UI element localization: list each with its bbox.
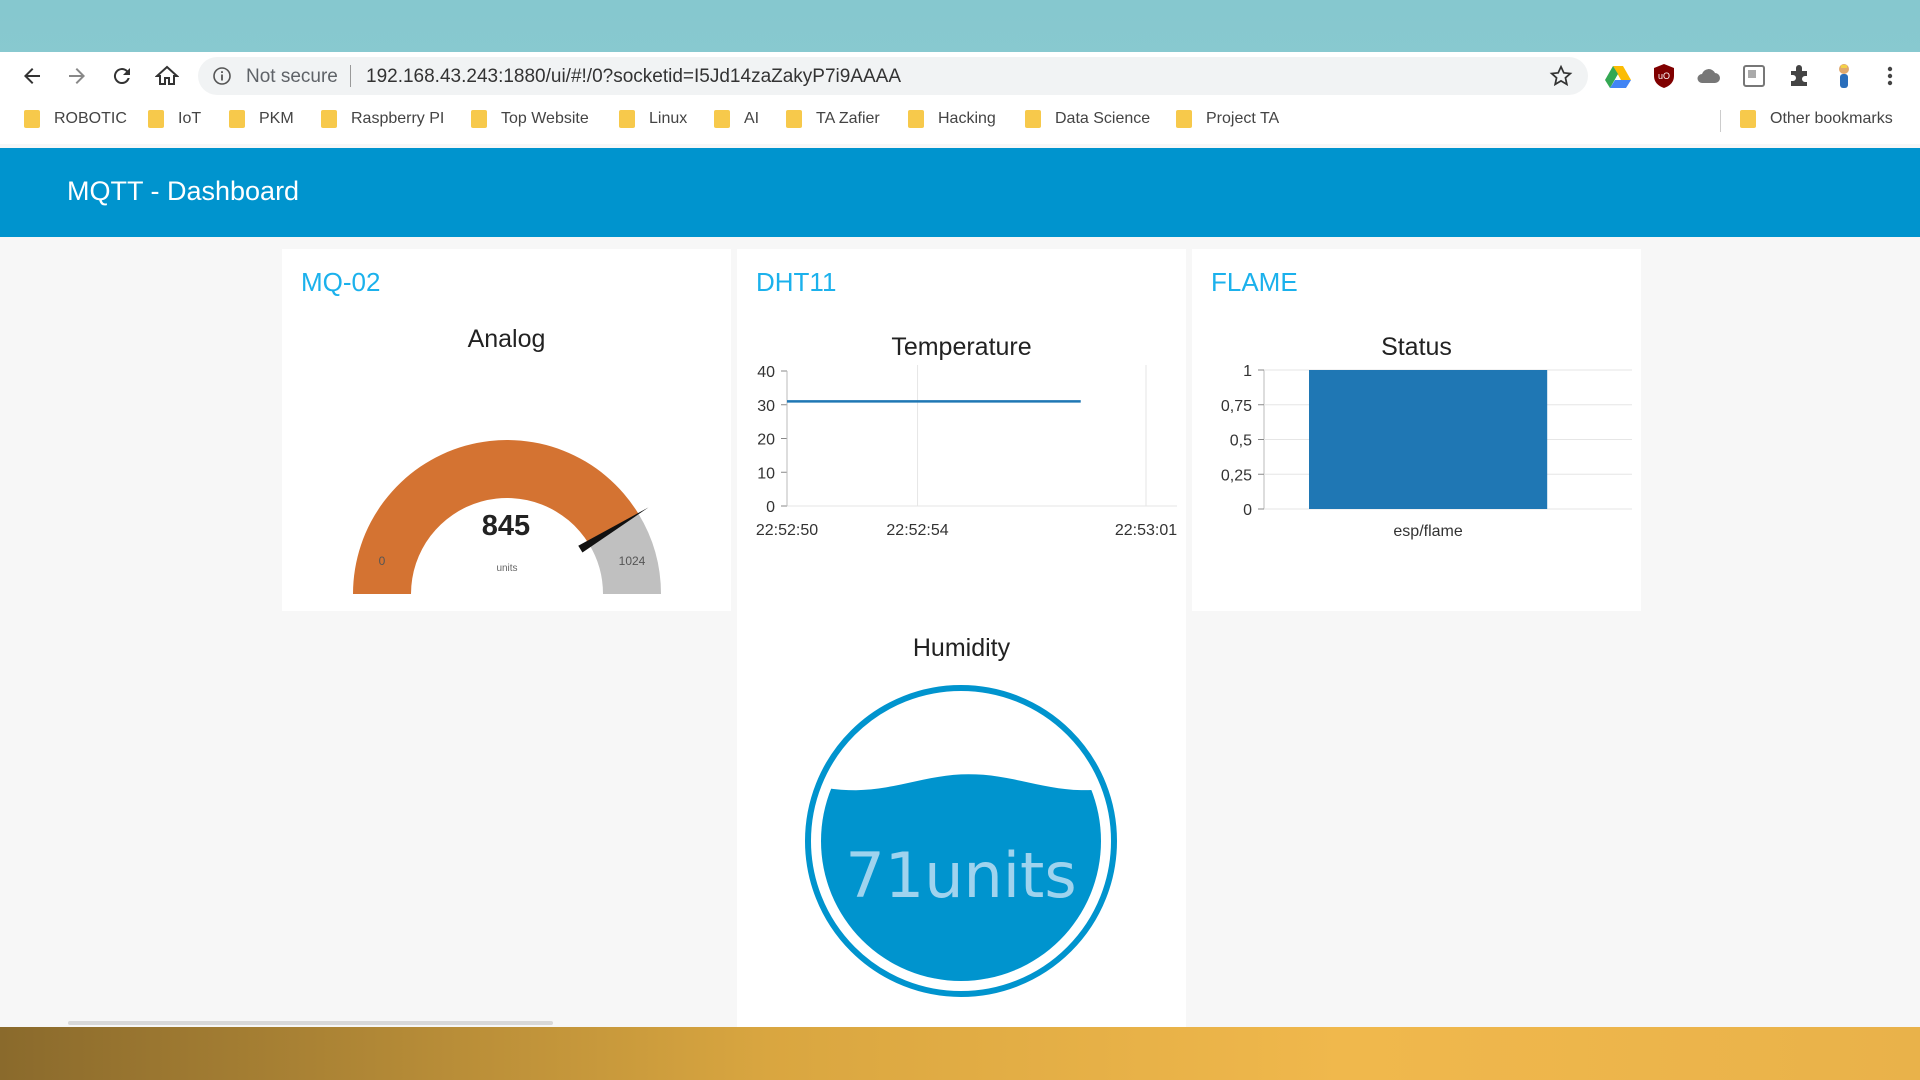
y-tick-label: 40 xyxy=(757,364,775,381)
temperature-chart: 40 30 20 10 0 22:52:50 22:52:54 22:53:01 xyxy=(756,364,1177,539)
google-drive-icon[interactable] xyxy=(1604,62,1632,90)
y-tick-label: 0,25 xyxy=(1221,467,1252,484)
folder-icon xyxy=(714,110,730,128)
folder-icon xyxy=(148,110,164,128)
status-chart: 1 0,75 0,5 0,25 0 esp/flame xyxy=(1221,363,1632,540)
folder-icon xyxy=(24,110,40,128)
folder-icon xyxy=(619,110,635,128)
gauge-min-label: 0 xyxy=(379,554,386,568)
info-icon[interactable] xyxy=(212,66,232,86)
reload-icon xyxy=(113,68,130,85)
ublock-shield-icon[interactable]: uO xyxy=(1650,62,1678,90)
bookmark-ta-zafier[interactable]: TA Zafier xyxy=(786,110,880,128)
svg-text:uO: uO xyxy=(1658,71,1670,81)
folder-icon xyxy=(1176,110,1192,128)
folder-icon xyxy=(471,110,487,128)
y-tick-label: 0,5 xyxy=(1230,433,1252,450)
y-tick-label: 30 xyxy=(757,398,775,415)
gauge-units: units xyxy=(496,563,517,574)
y-tick-label: 0,75 xyxy=(1221,398,1252,415)
reload-button[interactable] xyxy=(106,60,138,92)
star-icon[interactable] xyxy=(1548,63,1574,89)
horizontal-scrollbar[interactable] xyxy=(68,1021,553,1025)
bookmark-project-ta[interactable]: Project TA xyxy=(1176,110,1279,128)
gauge-widget: 845 units 0 1024 xyxy=(353,440,661,594)
y-tick-label: 10 xyxy=(757,465,775,482)
bookmark-label: Raspberry PI xyxy=(351,110,445,127)
bookmarks-bar: ROBOTIC IoT PKM Raspberry PI Top Website… xyxy=(0,100,1920,144)
profile-avatar-icon[interactable] xyxy=(1830,62,1858,90)
bookmark-linux[interactable]: Linux xyxy=(619,110,687,128)
home-icon xyxy=(155,65,179,85)
bookmark-robotic[interactable]: ROBOTIC xyxy=(24,110,127,128)
bookmark-label: TA Zafier xyxy=(816,110,880,127)
bookmark-label: Other bookmarks xyxy=(1770,110,1893,127)
desktop-background-band xyxy=(0,1027,1920,1080)
bookmark-label: IoT xyxy=(178,110,202,127)
screenshot-extension-icon[interactable] xyxy=(1740,62,1768,90)
forward-button[interactable] xyxy=(61,60,93,92)
x-tick-label: 22:52:54 xyxy=(886,522,948,539)
card-flame: FLAME Status 1 0,75 0,5 0,25 0 esp/flame xyxy=(1192,249,1641,611)
address-bar[interactable]: Not secure 192.168.43.243:1880/ui/#!/0?s… xyxy=(198,57,1588,95)
arrow-left-icon xyxy=(24,68,40,84)
bookmark-label: ROBOTIC xyxy=(54,110,127,127)
browser-toolbar: Not secure 192.168.43.243:1880/ui/#!/0?s… xyxy=(0,52,1920,100)
x-tick-label: 22:52:50 xyxy=(756,522,818,539)
humidity-title: Humidity xyxy=(912,634,1011,662)
bookmark-label: Linux xyxy=(649,110,688,127)
extensions-puzzle-icon[interactable] xyxy=(1785,62,1813,90)
bookmark-label: Data Science xyxy=(1055,110,1151,127)
folder-icon xyxy=(786,110,802,128)
bookmark-label: Hacking xyxy=(938,110,996,127)
y-tick-label: 0 xyxy=(766,499,775,516)
bookmark-ai[interactable]: AI xyxy=(714,110,759,128)
bookmark-other[interactable]: Other bookmarks xyxy=(1740,110,1893,128)
dashboard-header: MQTT - Dashboard xyxy=(0,148,1920,237)
url-text[interactable]: 192.168.43.243:1880/ui/#!/0?socketid=I5J… xyxy=(366,66,901,88)
address-separator xyxy=(350,65,351,87)
folder-icon xyxy=(229,110,245,128)
bookmark-label: Project TA xyxy=(1206,110,1280,127)
security-status-label: Not secure xyxy=(246,66,338,87)
back-button[interactable] xyxy=(16,60,48,92)
bookmark-hacking[interactable]: Hacking xyxy=(908,110,996,128)
bookmark-iot[interactable]: IoT xyxy=(148,110,201,128)
status-bar xyxy=(1309,370,1548,509)
bookmark-label: Top Website xyxy=(501,110,589,127)
home-button[interactable] xyxy=(151,60,183,92)
bookmark-raspberry-pi[interactable]: Raspberry PI xyxy=(321,110,444,128)
dashboard-title: MQTT - Dashboard xyxy=(67,176,300,206)
folder-icon xyxy=(1740,110,1756,128)
folder-icon xyxy=(908,110,924,128)
gauge-max-label: 1024 xyxy=(619,554,646,568)
folder-icon xyxy=(321,110,337,128)
x-tick-label: 22:53:01 xyxy=(1115,522,1177,539)
bookmark-data-science[interactable]: Data Science xyxy=(1025,110,1150,128)
bookmarks-separator xyxy=(1720,110,1721,132)
gauge-value: 845 xyxy=(482,510,530,542)
x-category-label: esp/flame xyxy=(1393,523,1462,540)
y-tick-label: 0 xyxy=(1243,502,1252,519)
arrow-right-icon xyxy=(69,68,85,84)
bookmark-top-website[interactable]: Top Website xyxy=(471,110,589,128)
cloud-extension-icon[interactable] xyxy=(1694,62,1722,90)
humidity-widget: 71units xyxy=(805,685,1117,997)
card-mq02: MQ-02 Analog 845 units 0 1024 xyxy=(282,249,731,611)
more-options-icon[interactable] xyxy=(1876,62,1904,90)
folder-icon xyxy=(1025,110,1041,128)
humidity-value: 71units xyxy=(845,839,1076,912)
bookmark-label: PKM xyxy=(259,110,294,127)
card-dht11: DHT11 Temperature 40 30 20 10 0 22:52:50 22:52… xyxy=(737,249,1186,1027)
y-tick-label: 1 xyxy=(1243,363,1252,380)
bookmark-label: AI xyxy=(744,110,760,127)
browser-window: Not secure 192.168.43.243:1880/ui/#!/0?s… xyxy=(0,52,1920,1027)
bookmark-pkm[interactable]: PKM xyxy=(229,110,294,128)
y-tick-label: 20 xyxy=(757,432,775,449)
